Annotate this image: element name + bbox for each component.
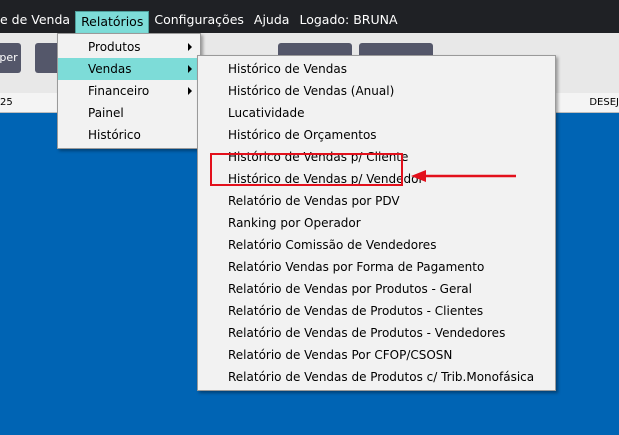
annotation-arrow-icon <box>411 170 516 182</box>
